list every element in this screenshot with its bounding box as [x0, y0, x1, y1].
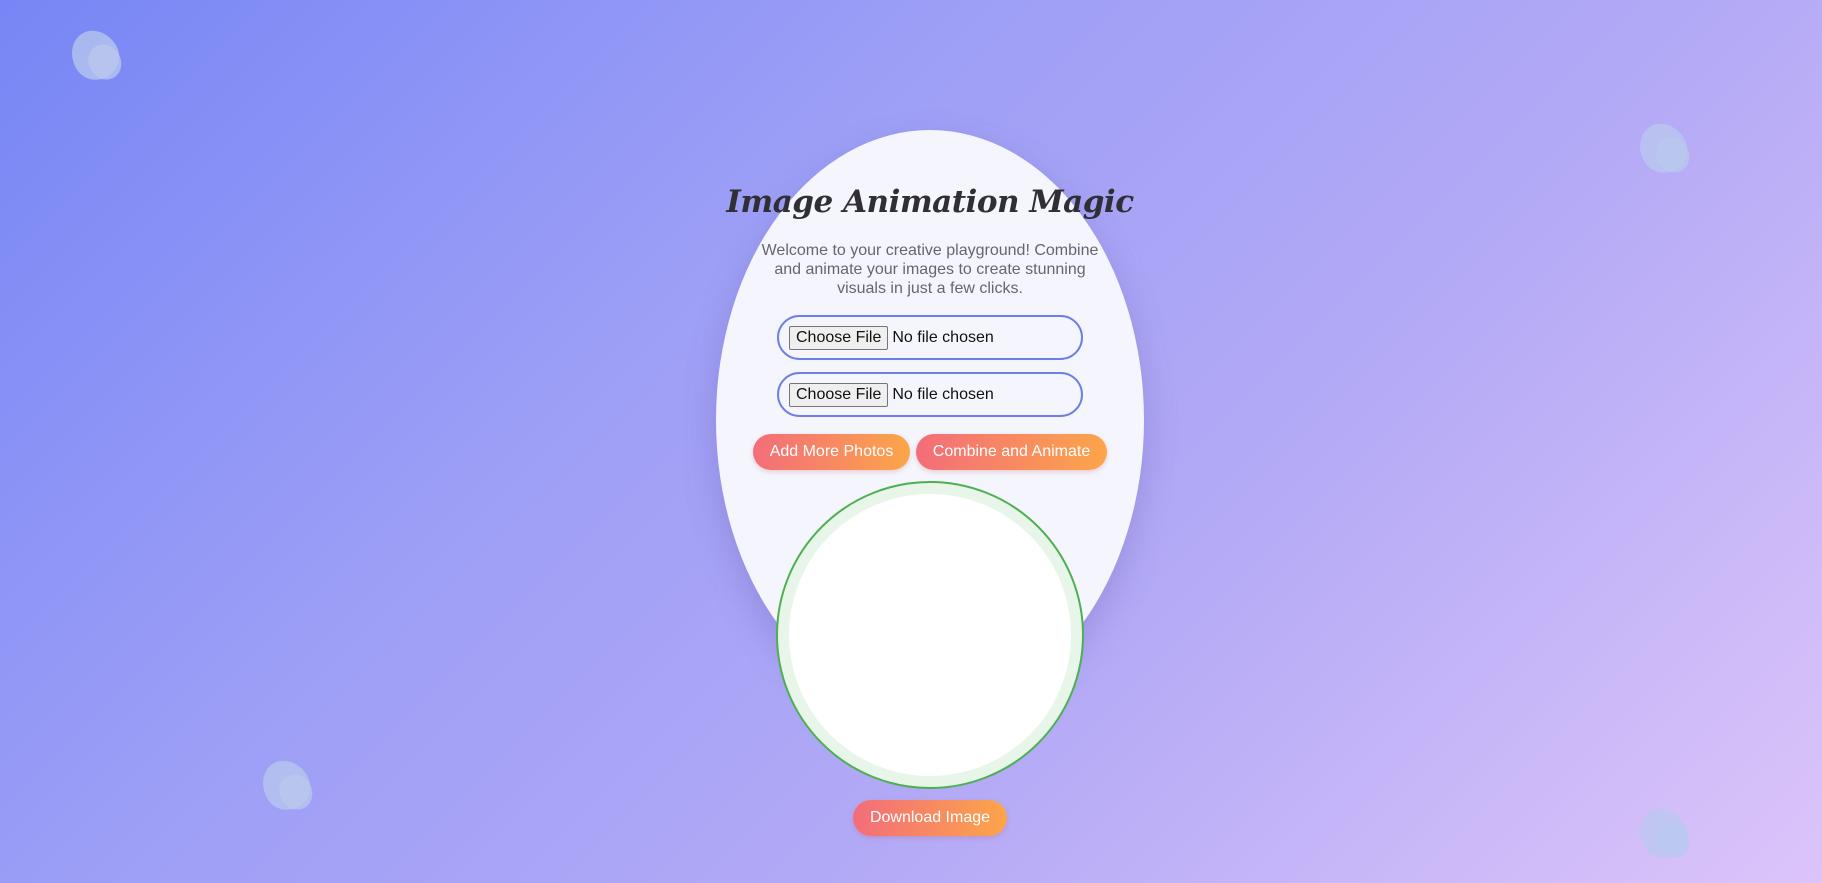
- petal-decoration-icon: [1630, 799, 1696, 867]
- image-preview: [776, 481, 1084, 789]
- file-status: No file chosen: [892, 328, 994, 346]
- file-input-1[interactable]: Choose File No file chosen: [777, 315, 1083, 360]
- download-image-button[interactable]: Download Image: [853, 800, 1007, 836]
- preview-canvas: [789, 494, 1071, 776]
- choose-file-button[interactable]: Choose File: [789, 325, 889, 350]
- add-more-photos-button[interactable]: Add More Photos: [753, 434, 910, 470]
- petal-decoration-icon: [253, 751, 319, 819]
- combine-and-animate-button[interactable]: Combine and Animate: [916, 434, 1107, 470]
- file-input-2[interactable]: Choose File No file chosen: [777, 372, 1083, 417]
- page-title: Image Animation Magic: [726, 184, 1134, 220]
- file-status: No file chosen: [892, 385, 994, 403]
- page-subtitle: Welcome to your creative playground! Com…: [761, 242, 1099, 297]
- choose-file-button[interactable]: Choose File: [789, 382, 889, 407]
- petal-decoration-icon: [62, 21, 128, 89]
- petal-decoration-icon: [1630, 114, 1696, 182]
